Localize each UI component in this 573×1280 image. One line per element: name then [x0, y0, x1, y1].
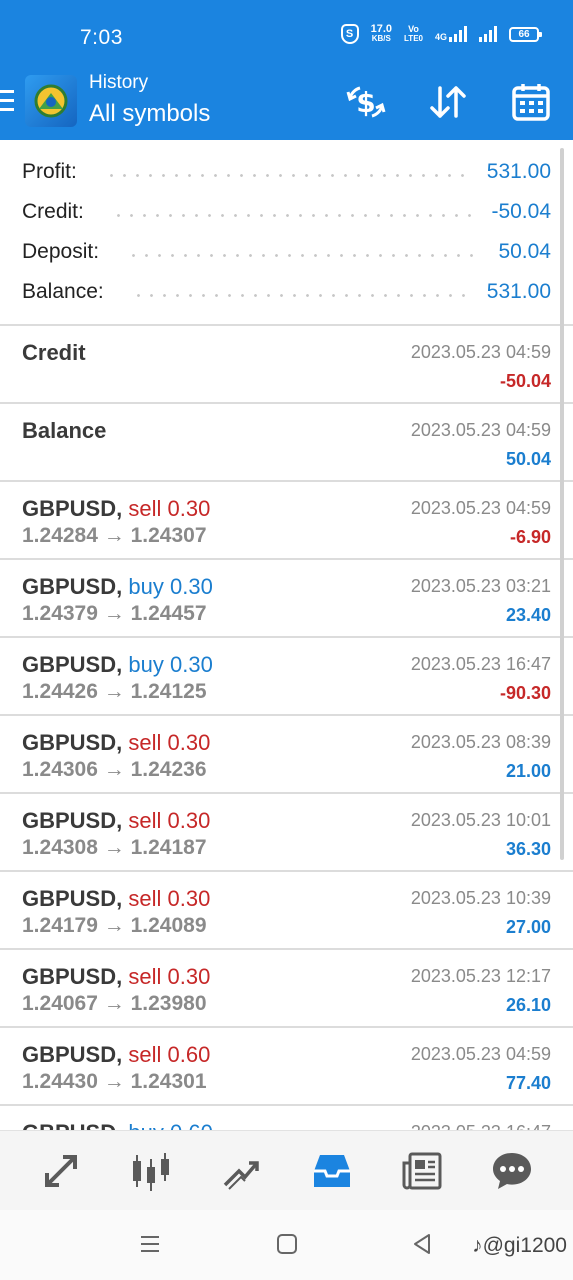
deal-symbol: GBPUSD, sell 0.60 [22, 1042, 211, 1067]
deal-symbol: GBPUSD, sell 0.30 [22, 496, 211, 521]
deal-profit: 36.30 [505, 839, 551, 859]
battery-icon: 66 [509, 26, 542, 42]
shield-icon: S [340, 24, 359, 44]
deal-side: buy 0.30 [128, 652, 213, 677]
deal-profit: -6.90 [509, 527, 551, 547]
deal-date: 2023.05.23 03:21 [410, 576, 551, 596]
app-logo [25, 75, 77, 127]
deal-prices: 1.24379 → 1.24457 [22, 602, 207, 625]
currency-exchange-icon[interactable]: $ [342, 78, 390, 126]
deal-date: 2023.05.23 08:39 [410, 732, 551, 752]
deal-prices: 1.24067 → 1.23980 [22, 992, 207, 1015]
history-icon[interactable] [302, 1141, 362, 1201]
deal-row[interactable]: GBPUSD, sell 0.60 1.24430 → 1.24301 2023.0… [0, 1028, 573, 1106]
back-icon[interactable] [410, 1232, 434, 1261]
deal-profit: 21.00 [505, 761, 551, 781]
deal-row[interactable]: GBPUSD, sell 0.30 1.24308 → 1.24187 2023.0… [0, 794, 573, 872]
network-speed: 17.0 KB/S [370, 23, 393, 44]
summary-profit: Profit: 531.00 [22, 160, 551, 183]
deal-profit: -90.30 [499, 683, 551, 703]
deal-symbol: GBPUSD, buy 0.60 [22, 1120, 213, 1130]
deal-symbol: Balance [22, 418, 107, 443]
chat-icon[interactable] [482, 1141, 542, 1201]
deal-date: 2023.05.23 12:17 [410, 966, 551, 986]
signal-4g-icon: 4G [435, 26, 467, 42]
bottom-navigation [0, 1130, 573, 1210]
deal-date: 2023.05.23 16:47 [410, 654, 551, 674]
deal-side: sell 0.60 [128, 1042, 211, 1067]
sort-icon[interactable] [424, 78, 472, 126]
status-bar: 7:03 S 17.0 KB/S Vo LTE0 4G 66 [0, 0, 573, 66]
watermark: ♪@gi1200 [472, 1234, 567, 1257]
deal-symbol: GBPUSD, buy 0.30 [22, 652, 213, 677]
scrollbar[interactable] [560, 148, 564, 860]
deal-side: buy 0.60 [128, 1120, 212, 1130]
quotes-icon[interactable] [31, 1141, 91, 1201]
summary-deposit: Deposit: 50.04 [22, 240, 551, 263]
deal-prices: 1.24306 → 1.24236 [22, 758, 207, 781]
deal-side: sell 0.30 [128, 496, 211, 521]
deal-profit: 27.00 [505, 917, 551, 937]
deal-row[interactable]: GBPUSD, sell 0.30 1.24284 → 1.24307 2023.0… [0, 482, 573, 560]
deal-symbol: Credit [22, 340, 86, 365]
deal-row[interactable]: GBPUSD, buy 0.60 2023.05.23 16:47 [0, 1106, 573, 1130]
deal-profit: 77.40 [505, 1073, 551, 1093]
chart-icon[interactable] [121, 1141, 181, 1201]
trade-icon[interactable] [211, 1141, 271, 1201]
deal-prices: 1.24284 → 1.24307 [22, 524, 207, 547]
app-bar: History All symbols $ [0, 66, 573, 140]
summary-panel: Profit: 531.00 Credit: -50.04 Deposit: 50.0… [0, 140, 573, 326]
deal-side: sell 0.30 [128, 964, 211, 989]
news-icon[interactable] [392, 1141, 452, 1201]
deal-row[interactable]: GBPUSD, sell 0.30 1.24306 → 1.24236 2023.0… [0, 716, 573, 794]
deal-row[interactable]: GBPUSD, buy 0.30 1.24379 → 1.24457 2023.05… [0, 560, 573, 638]
deal-row[interactable]: Balance 2023.05.23 04:59 50.04 [0, 404, 573, 482]
deal-profit: 23.40 [505, 605, 551, 625]
deal-date: 2023.05.23 04:59 [410, 420, 551, 440]
deal-list[interactable]: Credit 2023.05.23 04:59 -50.04 Balance 2023.… [0, 326, 573, 1130]
deal-symbol: GBPUSD, buy 0.30 [22, 574, 213, 599]
deal-side: sell 0.30 [128, 730, 211, 755]
page-title: History [89, 72, 149, 93]
deal-profit: 50.04 [505, 449, 551, 469]
volte-icon: Vo LTE0 [404, 24, 423, 43]
deal-row[interactable]: GBPUSD, buy 0.30 1.24426 → 1.24125 2023.05… [0, 638, 573, 716]
symbol-filter[interactable]: All symbols [89, 100, 210, 128]
deal-row[interactable]: GBPUSD, sell 0.30 1.24067 → 1.23980 2023.0… [0, 950, 573, 1028]
deal-date: 2023.05.23 10:39 [410, 888, 551, 908]
deal-symbol: GBPUSD, sell 0.30 [22, 964, 211, 989]
menu-icon[interactable] [0, 90, 16, 114]
deal-date: 2023.05.23 10:01 [410, 810, 551, 830]
deal-prices: 1.24430 → 1.24301 [22, 1070, 207, 1093]
deal-date: 2023.05.23 16:47 [411, 1122, 551, 1130]
deal-profit: 26.10 [505, 995, 551, 1015]
deal-symbol: GBPUSD, sell 0.30 [22, 808, 211, 833]
system-nav-bar: ♪@gi1200 [0, 1210, 573, 1280]
signal-icon [479, 26, 497, 42]
summary-credit: Credit: -50.04 [22, 200, 551, 223]
deal-prices: 1.24179 → 1.24089 [22, 914, 207, 937]
home-icon[interactable] [275, 1232, 299, 1261]
deal-side: sell 0.30 [128, 808, 211, 833]
deal-symbol: GBPUSD, sell 0.30 [22, 886, 211, 911]
recent-apps-icon[interactable] [138, 1232, 162, 1261]
svg-text:$: $ [356, 86, 375, 119]
deal-side: sell 0.30 [128, 886, 211, 911]
deal-date: 2023.05.23 04:59 [410, 498, 551, 518]
deal-date: 2023.05.23 04:59 [410, 1044, 551, 1064]
deal-prices: 1.24308 → 1.24187 [22, 836, 207, 859]
deal-prices: 1.24426 → 1.24125 [22, 680, 207, 703]
deal-row[interactable]: GBPUSD, sell 0.30 1.24179 → 1.24089 2023.0… [0, 872, 573, 950]
deal-symbol: GBPUSD, sell 0.30 [22, 730, 211, 755]
deal-profit: -50.04 [499, 371, 551, 391]
status-icons: S 17.0 KB/S Vo LTE0 4G 66 [340, 23, 542, 44]
deal-date: 2023.05.23 04:59 [410, 342, 551, 362]
clock: 7:03 [80, 26, 123, 49]
deal-row[interactable]: Credit 2023.05.23 04:59 -50.04 [0, 326, 573, 404]
deal-side: buy 0.30 [128, 574, 213, 599]
calendar-icon[interactable] [507, 78, 555, 126]
summary-balance: Balance: 531.00 [22, 280, 551, 303]
